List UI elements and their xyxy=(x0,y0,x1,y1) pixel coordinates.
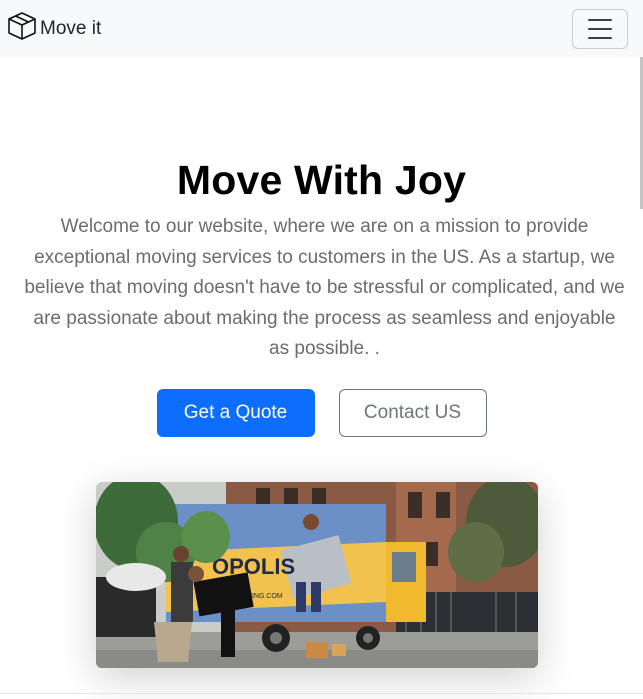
hero-title: Move With Joy xyxy=(176,157,467,203)
hero-section: Move With Joy Welcome to our website, wh… xyxy=(0,57,643,437)
hamburger-menu-icon-bar xyxy=(588,27,612,30)
box-icon xyxy=(6,10,38,47)
hamburger-menu-icon-bar xyxy=(588,36,612,39)
brand-name: Move it xyxy=(40,17,102,39)
get-a-quote-button[interactable]: Get a Quote xyxy=(156,388,315,437)
hamburger-menu-icon xyxy=(588,18,612,21)
hero-buttons: Get a Quote Contact US xyxy=(0,388,643,437)
hero-image: OPOLIS MOVING.COM xyxy=(96,482,538,668)
truck-lettering: OPOLIS xyxy=(212,554,295,579)
brand-link[interactable]: Move it xyxy=(6,10,101,47)
navbar-toggler-button[interactable] xyxy=(572,8,628,49)
divider xyxy=(0,693,643,694)
contact-us-button[interactable]: Contact US xyxy=(338,388,487,437)
navbar: Move it xyxy=(0,0,643,57)
hero-description: Welcome to our website, where we are on … xyxy=(24,216,625,360)
